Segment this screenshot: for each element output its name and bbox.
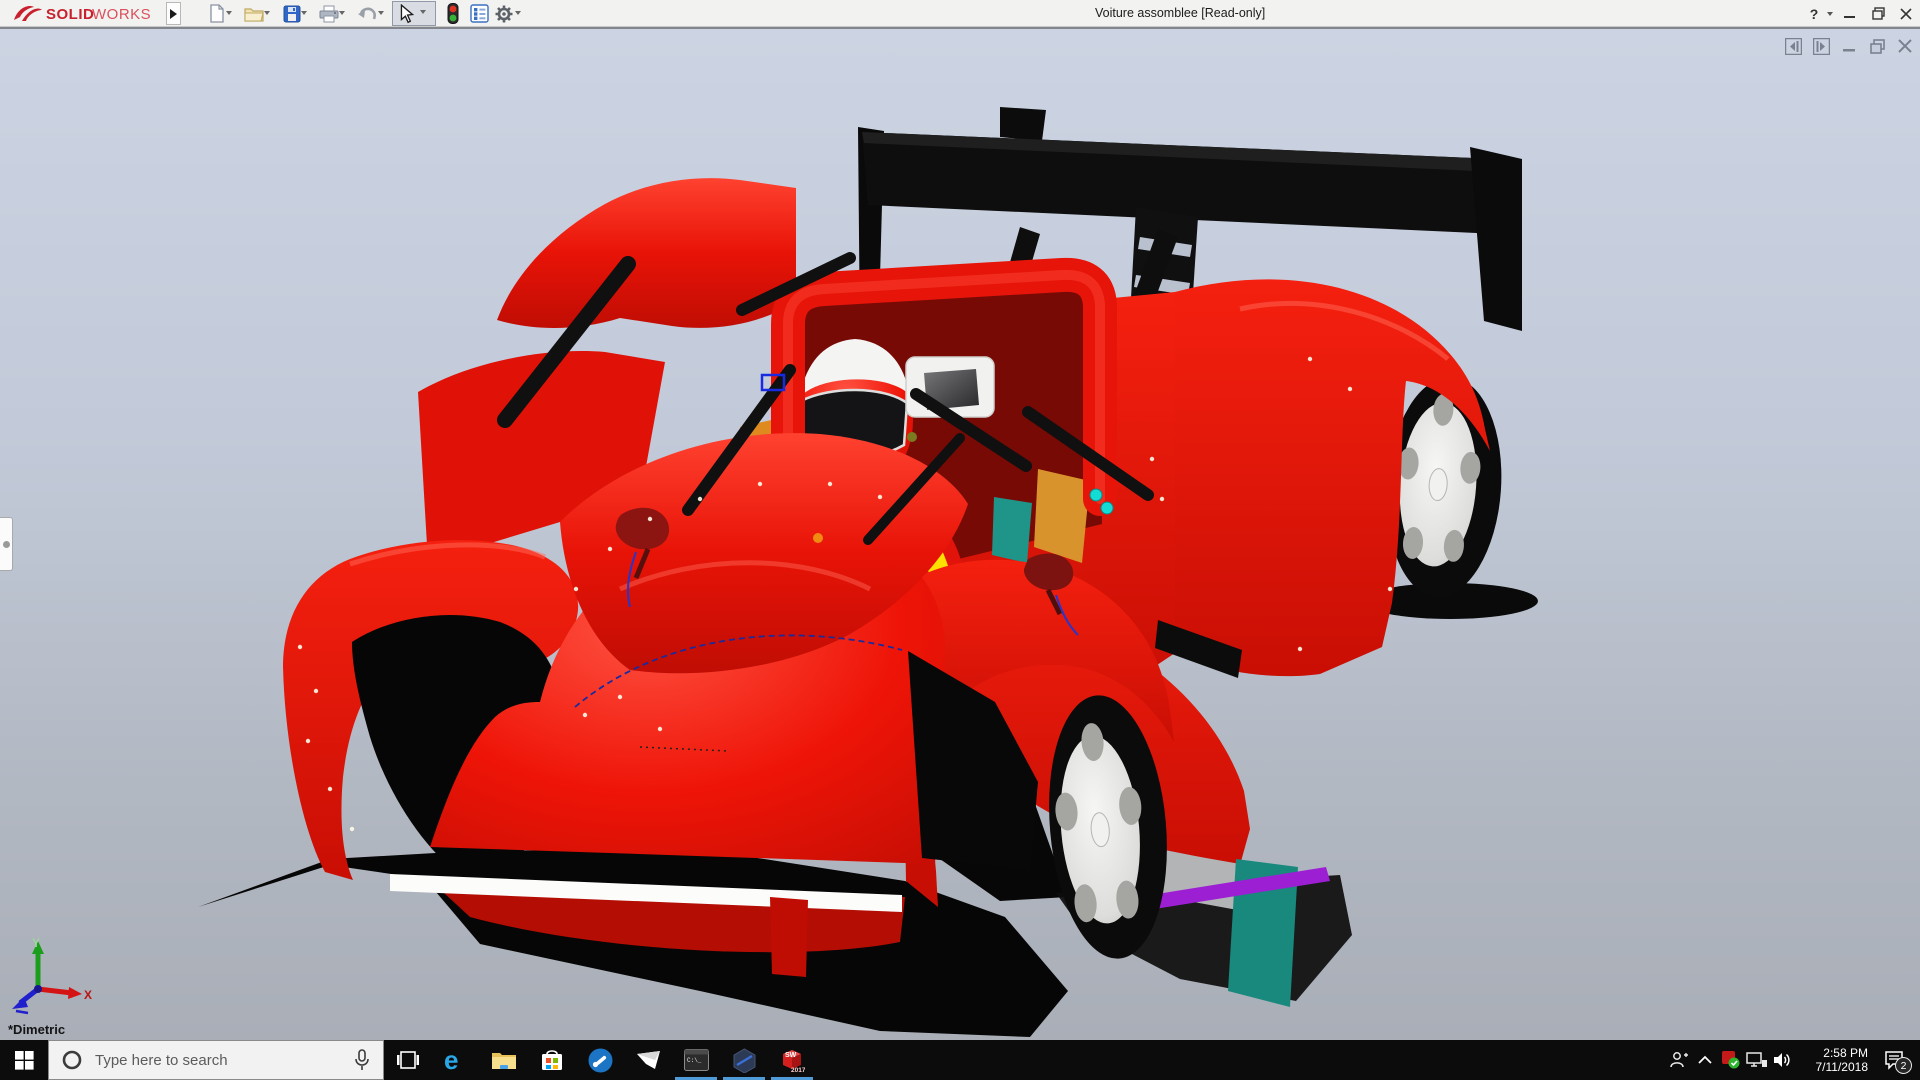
svg-text:e: e [444,1047,458,1073]
people-button[interactable] [1666,1040,1692,1080]
pane-right-button[interactable] [1812,37,1830,55]
edge-button[interactable]: e [432,1040,480,1080]
microsoft-store-icon [540,1048,564,1072]
close-button[interactable] [1892,0,1920,27]
action-center-button[interactable]: 2 [1874,1040,1914,1080]
help-button[interactable]: ? [1804,0,1824,27]
view-orientation-label: *Dimetric [8,1022,65,1037]
select-tool-active[interactable] [392,1,436,26]
brand-works: WORKS [92,6,151,23]
hexagon-app-button[interactable] [720,1040,768,1080]
open-button[interactable] [243,3,265,24]
select-tool-dropdown[interactable] [420,10,428,18]
doc-close-button[interactable] [1896,37,1914,55]
new-document-button[interactable] [206,3,228,24]
3d-model-car[interactable] [0,29,1920,1040]
settings-gear-button[interactable] [493,3,515,24]
toolbar-flyout-button[interactable] [166,2,181,25]
display-options-button[interactable] [468,3,490,24]
doc-minimize-button[interactable] [1840,37,1858,55]
taskbar-apps: e C:\_ SW 2017 [384,1040,816,1080]
undo-button[interactable] [356,3,378,24]
doc-restore-button[interactable] [1868,37,1886,55]
restore-button[interactable] [1864,0,1892,27]
mail-icon [636,1050,661,1070]
task-view-button[interactable] [384,1040,432,1080]
taskbar: Type here to search e C:\_ [0,1040,1920,1080]
new-document-dropdown[interactable] [226,11,234,19]
clock[interactable]: 2:58 PM 7/11/2018 [1802,1046,1868,1074]
window-title: Voiture assomblee [Read-only] [1095,6,1265,20]
start-button[interactable] [0,1040,48,1080]
open-dropdown[interactable] [264,11,272,19]
tray-date: 7/11/2018 [1802,1060,1868,1074]
solidworks-check-icon [1721,1050,1741,1070]
hexagon-app-icon [732,1048,757,1073]
orientation-triad: Y X [8,937,98,1021]
chevron-up-icon [1697,1055,1713,1065]
settings-dropdown[interactable] [515,11,523,19]
speaker-icon [1773,1052,1793,1068]
solidworks-2017-button[interactable]: SW 2017 [768,1040,816,1080]
windows-logo-icon [15,1051,34,1070]
network-button[interactable] [1744,1040,1770,1080]
mail-button[interactable] [624,1040,672,1080]
tray-overflow-button[interactable] [1692,1040,1718,1080]
people-icon [1669,1051,1689,1069]
microphone-icon[interactable] [353,1049,371,1071]
panel-tab-grip [3,541,10,548]
rebuild-traffic-light-button[interactable] [442,3,464,24]
svg-text:SW: SW [785,1052,797,1059]
save-dropdown[interactable] [301,11,309,19]
triad-x-label: X [84,988,92,1002]
search-input[interactable]: Type here to search [48,1040,384,1080]
notification-badge: 2 [1895,1057,1912,1074]
help-dropdown[interactable] [1824,0,1836,27]
titlebar: SOLID WORKS Voiture assomblee [Read-only… [0,0,1920,27]
command-prompt-button[interactable]: C:\_ [672,1040,720,1080]
solidworks-2017-icon: SW 2017 [779,1047,805,1073]
search-placeholder: Type here to search [95,1052,353,1069]
brand-solid: SOLID [46,6,94,23]
print-dropdown[interactable] [339,11,347,19]
file-explorer-button[interactable] [480,1040,528,1080]
graphics-viewport[interactable]: Y X *Dimetric [0,27,1920,1040]
svg-text:C:\_: C:\_ [687,1057,702,1064]
solidworks-logo: SOLID WORKS [8,2,168,25]
command-prompt-icon: C:\_ [684,1049,709,1071]
tray-time: 2:58 PM [1802,1046,1868,1060]
wrench-circle-icon [588,1048,613,1073]
edge-icon: e [443,1047,469,1073]
print-button[interactable] [318,3,340,24]
document-window-controls [1784,37,1914,55]
volume-button[interactable] [1770,1040,1796,1080]
file-explorer-icon [491,1049,517,1071]
solidworks-monitor-button[interactable] [1718,1040,1744,1080]
cortana-icon [61,1049,83,1071]
help-tool-button[interactable] [576,1040,624,1080]
microsoft-store-button[interactable] [528,1040,576,1080]
network-icon [1746,1051,1768,1069]
window-controls: ? [1804,0,1920,27]
minimize-button[interactable] [1836,0,1864,27]
triad-y-label: Y [32,937,40,950]
system-tray: 2:58 PM 7/11/2018 2 [1666,1040,1920,1080]
pane-left-button[interactable] [1784,37,1802,55]
save-button[interactable] [281,3,303,24]
undo-dropdown[interactable] [378,11,386,19]
collapsed-panel-tab[interactable] [0,517,13,571]
task-view-icon [397,1049,419,1071]
svg-text:2017: 2017 [791,1067,805,1073]
